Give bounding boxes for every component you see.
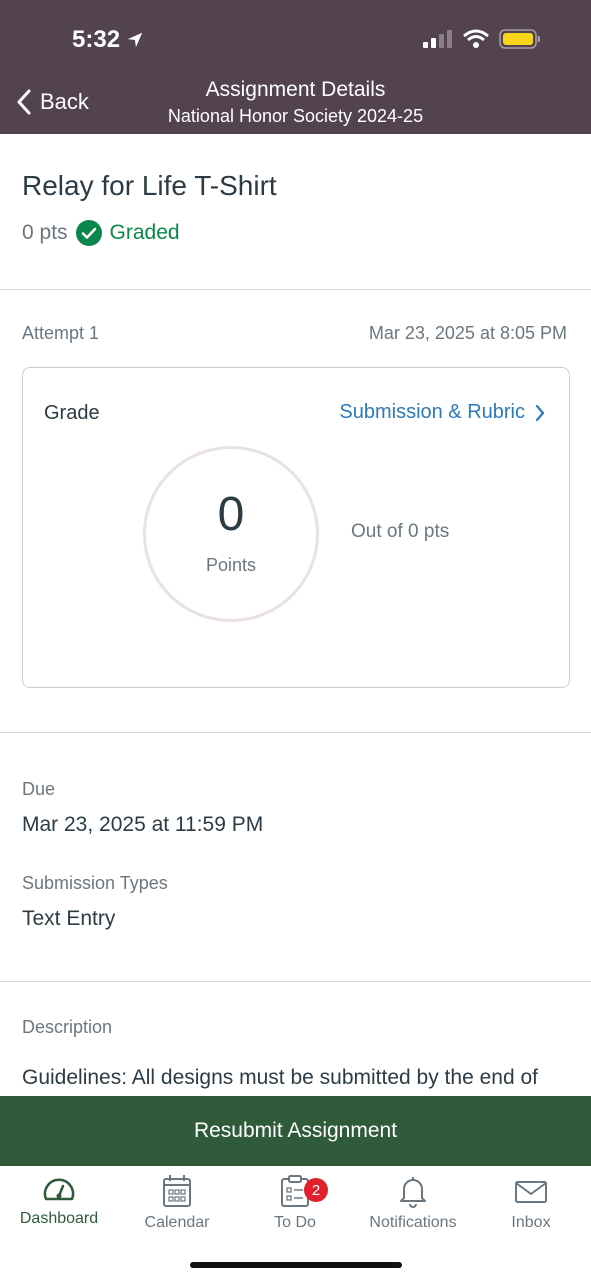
out-of-points: Out of 0 pts <box>351 521 450 542</box>
mail-icon <box>515 1181 547 1203</box>
calendar-icon <box>163 1175 191 1207</box>
score-circle: 0 Points <box>143 446 319 622</box>
description-label: Description <box>22 1017 113 1037</box>
attempt-date: Mar 23, 2025 at 8:05 PM <box>368 323 567 343</box>
due-value: Mar 23, 2025 at 11:59 PM <box>22 813 264 836</box>
submission-rubric-label: Submission & Rubric <box>339 401 525 423</box>
submission-types-label: Submission Types <box>22 873 168 893</box>
home-indicator <box>190 1262 402 1268</box>
tab-label: Dashboard <box>19 1210 99 1227</box>
check-circle-icon <box>75 220 102 246</box>
bell-icon <box>400 1177 426 1208</box>
location-arrow-icon <box>127 32 143 48</box>
status-icons <box>423 28 541 50</box>
tab-calendar[interactable]: Calendar <box>118 1174 236 1232</box>
assignment-status-row: 0 pts Graded <box>22 220 180 246</box>
assignment-title: Relay for Life T-Shirt <box>22 170 277 201</box>
score-value: 0 <box>217 488 245 541</box>
battery-icon <box>499 29 540 49</box>
tab-inbox[interactable]: Inbox <box>472 1174 590 1232</box>
resubmit-assignment-button[interactable]: Resubmit Assignment <box>0 1096 591 1166</box>
assignment-points: 0 pts <box>22 221 68 244</box>
nav-title: Assignment Details <box>205 78 386 101</box>
tab-label: To Do <box>274 1214 316 1231</box>
divider <box>0 981 591 982</box>
tab-label: Notifications <box>369 1214 457 1231</box>
status-bar: 5:32 <box>0 0 591 68</box>
navigation-bar: Back Assignment Details National Honor S… <box>0 68 591 134</box>
submission-types-value: Text Entry <box>22 907 116 930</box>
divider <box>0 289 591 290</box>
grade-label: Grade <box>44 402 100 424</box>
description-text: Guidelines: All designs must be submitte… <box>22 1066 538 1089</box>
tab-label: Inbox <box>511 1214 551 1231</box>
chevron-right-icon <box>535 404 545 421</box>
tab-notifications[interactable]: Notifications <box>354 1174 472 1232</box>
tab-label: Calendar <box>144 1214 210 1231</box>
divider <box>0 732 591 733</box>
signal-icon <box>423 30 452 48</box>
attempt-label: Attempt 1 <box>22 323 100 343</box>
score-label: Points <box>205 555 257 575</box>
dashboard-icon <box>43 1178 75 1201</box>
todo-badge: 2 <box>304 1178 328 1202</box>
grade-card: Grade Submission & Rubric 0 Points Out o… <box>22 367 570 688</box>
tab-dashboard[interactable]: Dashboard <box>0 1174 118 1228</box>
tab-todo[interactable]: To Do 2 <box>236 1174 354 1232</box>
graded-status: Graded <box>109 221 180 244</box>
submission-rubric-link[interactable]: Submission & Rubric <box>339 401 545 424</box>
nav-subtitle: National Honor Society 2024-25 <box>167 106 424 126</box>
wifi-icon <box>463 29 489 48</box>
due-label: Due <box>22 779 56 799</box>
status-time: 5:32 <box>72 26 144 54</box>
